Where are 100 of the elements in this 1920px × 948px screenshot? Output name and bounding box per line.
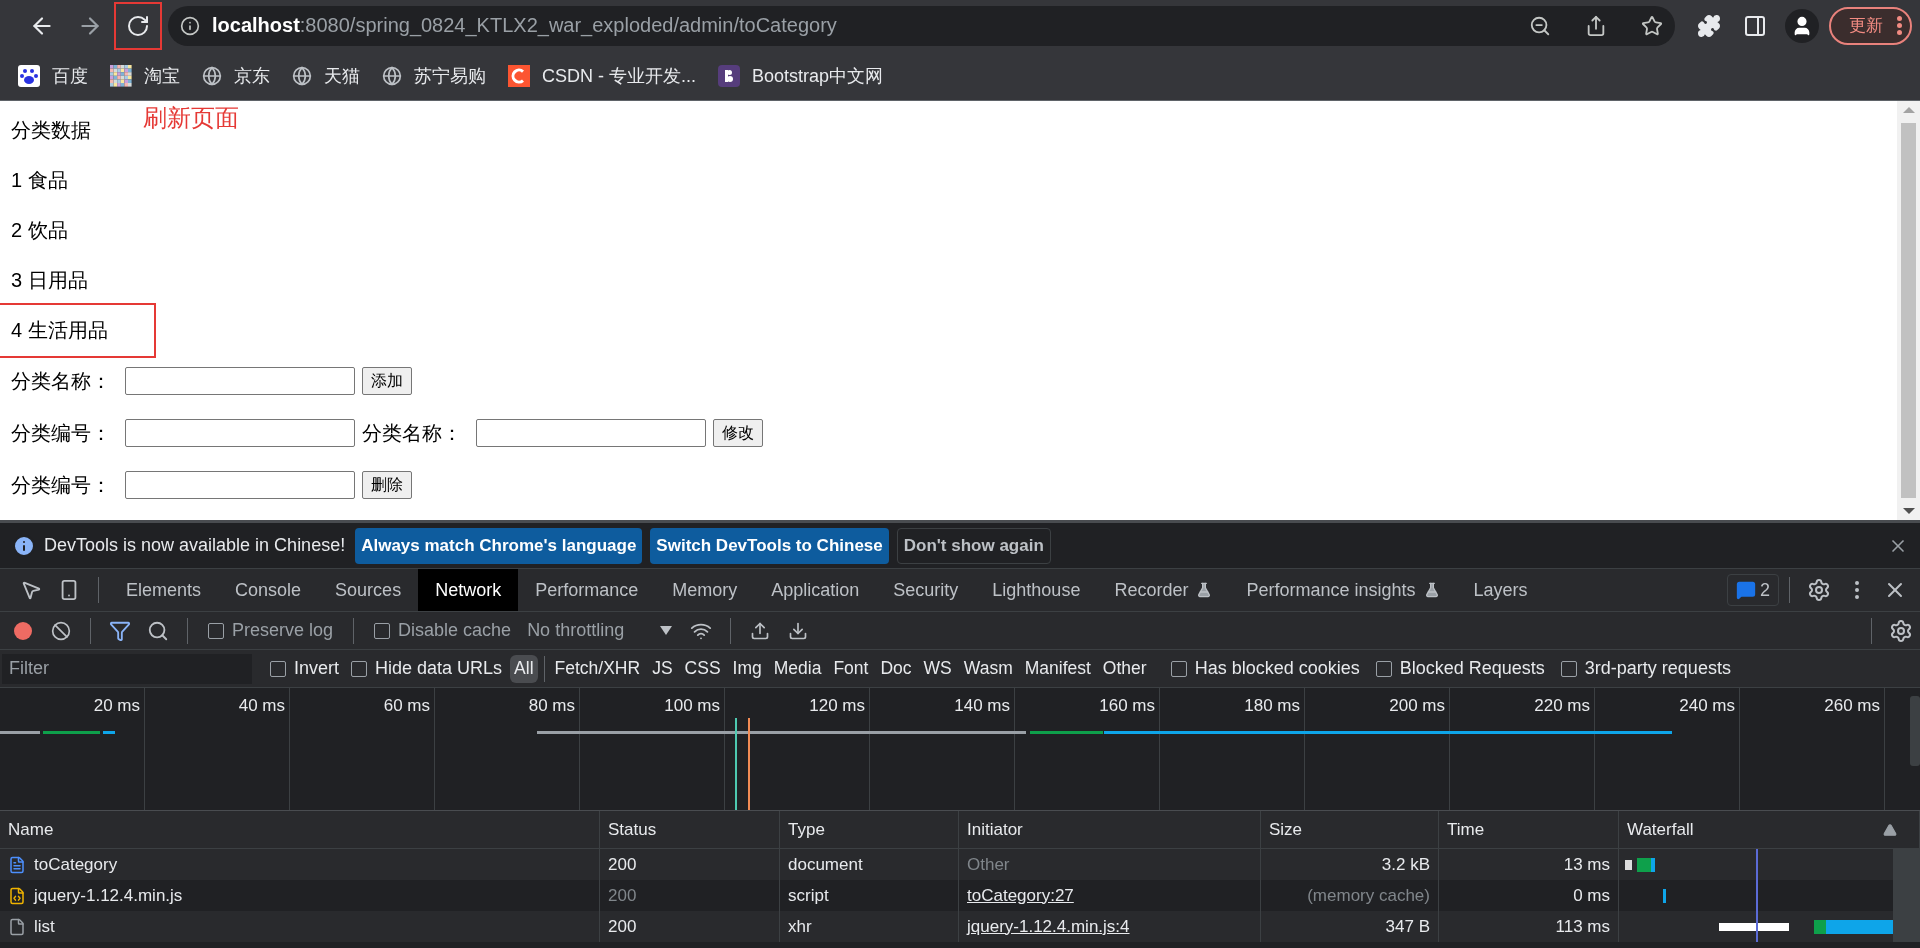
waterfall-bar [1625,857,1655,872]
text-field[interactable] [125,367,355,395]
bookmark[interactable]: 京东 [202,63,270,88]
search-icon[interactable] [147,619,169,642]
download-icon[interactable] [788,620,809,641]
bookmark[interactable]: CSDN - 专业开发... [508,63,696,88]
type-filter[interactable]: Img [728,654,766,683]
checkbox[interactable] [374,622,391,639]
initiator-link[interactable]: jquery-1.12.4.min.js:4 [959,911,1261,942]
devtools-tab[interactable]: Lighthouse [975,569,1098,611]
category-item: 3 日用品 [11,267,88,293]
type-filter[interactable]: WS [919,654,956,683]
type-filter[interactable]: Font [829,654,873,683]
tick-label: 260 ms [1824,696,1880,717]
column-header[interactable]: Type [780,811,959,848]
tick-label: 120 ms [809,696,865,717]
bookmark[interactable]: 苏宁易购 [382,63,486,88]
settings-icon[interactable] [1889,618,1913,643]
flask-icon [1423,582,1440,598]
table-cell: 113 ms [1439,911,1619,942]
filter-field[interactable]: Filter [2,653,252,684]
category-item: 1 食品 [11,167,68,193]
column-header[interactable]: Size [1261,811,1439,848]
checkbox[interactable] [1375,660,1392,677]
request-name[interactable]: toCategory [34,854,118,875]
update-button[interactable]: 更新 [1829,6,1912,45]
bookmark[interactable]: 百度 [18,63,88,88]
submit-button[interactable]: 修改 [713,419,763,447]
devtools-tab[interactable]: Application [754,569,877,611]
text-field[interactable] [476,419,706,447]
type-filter[interactable]: Wasm [959,654,1017,683]
table-cell: xhr [780,911,959,942]
profile-avatar[interactable] [1785,8,1819,43]
puzzle-icon[interactable] [1697,13,1721,38]
type-filter[interactable]: CSS [680,654,725,683]
type-filter[interactable]: All [510,654,538,683]
bookmark[interactable]: 天猫 [292,63,360,88]
checkbox[interactable] [208,622,224,639]
devtools-tab[interactable]: Layers [1456,569,1545,611]
bookmark[interactable]: 淘宝 [110,63,180,88]
submit-button[interactable]: 添加 [362,367,412,395]
devtools-tab[interactable]: Security [876,569,976,611]
table-cell: 200 [600,911,780,942]
checkbox[interactable] [270,660,286,677]
column-header[interactable]: Status [600,811,780,848]
type-filter[interactable]: Fetch/XHR [550,654,645,683]
star-icon[interactable] [1641,14,1663,37]
upload-icon[interactable] [750,620,771,641]
language-button[interactable]: Always match Chrome's language [355,527,643,564]
column-header[interactable]: Name [0,811,600,848]
zoom-out-icon[interactable] [1529,14,1551,37]
devtools-tab[interactable]: Performance insights [1229,569,1457,611]
dismiss-button[interactable]: Don't show again [896,527,1051,564]
devtools-tab[interactable]: Network [418,569,519,611]
share-icon[interactable] [1585,14,1607,37]
devtools-tab[interactable]: Memory [655,569,755,611]
type-filter[interactable]: Media [769,654,826,683]
info-message: DevTools is now available in Chinese! [44,535,346,556]
throttling-dropdown[interactable]: No throttling [527,620,673,641]
submit-button[interactable]: 删除 [362,471,412,499]
text-field[interactable] [125,471,355,499]
tick-label: 160 ms [1099,696,1155,717]
type-filter[interactable]: Manifest [1020,654,1095,683]
devtools-tab[interactable]: Console [218,569,319,611]
request-name[interactable]: jquery-1.12.4.min.js [34,885,183,906]
field-label: 分类名称： [11,368,112,394]
clear-icon[interactable] [51,620,71,641]
scrollbar[interactable] [1897,101,1920,520]
address-bar[interactable]: localhost:8080/spring_0824_KTLX2_war_exploded/admin/toCategory [168,5,1675,46]
settings-icon[interactable] [1807,578,1831,602]
devtools-tab[interactable]: Recorder [1097,569,1230,611]
request-name[interactable]: list [34,916,55,937]
issues-button[interactable]: 2 [1727,574,1779,606]
checkbox[interactable] [1560,660,1577,677]
type-filter[interactable]: Other [1098,654,1151,683]
document-icon [8,855,26,874]
checkbox[interactable] [351,660,368,677]
devtools-tab[interactable]: Sources [318,569,419,611]
tick-label: 200 ms [1389,696,1445,717]
bookmark[interactable]: Bootstrap中文网 [718,63,884,88]
column-header[interactable]: Waterfall [1619,811,1920,848]
filter-icon[interactable] [109,619,131,642]
text-field[interactable] [125,419,355,447]
type-filter[interactable]: JS [648,654,677,683]
inspect-icon[interactable] [20,579,42,601]
reload-button[interactable] [114,1,162,50]
checkbox[interactable] [1170,660,1187,677]
message-icon [1736,580,1756,600]
scrollbar[interactable] [1910,696,1920,766]
devtools-tab[interactable]: Elements [109,569,219,611]
type-filter[interactable]: Doc [876,654,916,683]
tick-label: 80 ms [528,696,575,717]
side-panel-icon[interactable] [1743,13,1767,38]
language-button[interactable]: Switch DevTools to Chinese [650,527,889,564]
column-header[interactable]: Time [1439,811,1619,848]
scrollbar[interactable] [1893,849,1920,942]
globe-icon [292,65,312,86]
record-icon[interactable] [13,620,33,641]
column-header[interactable]: Initiator [959,811,1261,848]
devtools-tab[interactable]: Performance [518,569,656,611]
